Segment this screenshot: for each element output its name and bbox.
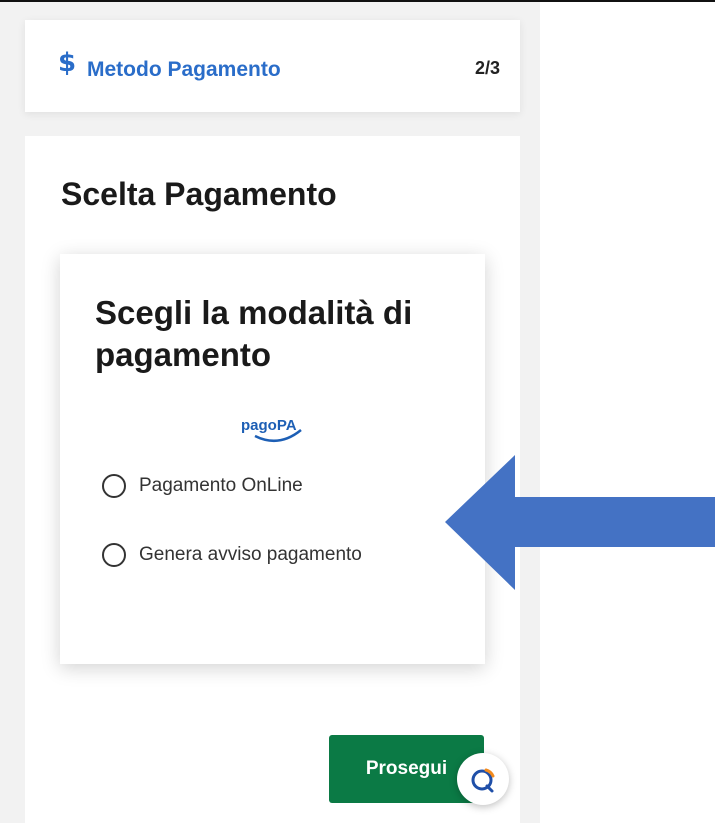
radio-button[interactable]: [102, 474, 126, 498]
option-genera-avviso[interactable]: Genera avviso pagamento: [102, 543, 362, 567]
step-header: $ Metodo Pagamento 2/3: [25, 20, 520, 112]
mobile-screen: $ Metodo Pagamento 2/3 Scelta Pagamento …: [0, 2, 540, 836]
help-assistant-button[interactable]: [457, 753, 509, 805]
step-counter: 2/3: [474, 58, 500, 78]
payment-method-card: Scegli la modalità di pagamento pagoPA P…: [60, 254, 485, 664]
option-label: Pagamento OnLine: [139, 475, 303, 496]
left-arrow-annotation: [445, 455, 715, 590]
pagopa-logo: pagoPA: [241, 417, 302, 443]
option-label: Genera avviso pagamento: [139, 544, 362, 565]
option-pagamento-online[interactable]: Pagamento OnLine: [102, 474, 303, 498]
payment-card-title: Scegli la modalità di pagamento: [95, 294, 413, 373]
pagopa-logo-text: pagoPA: [241, 417, 297, 434]
dollar-icon: $: [58, 48, 77, 78]
step-title: Metodo Pagamento: [87, 58, 281, 81]
assistant-icon: [471, 768, 495, 793]
section-title: Scelta Pagamento: [61, 176, 337, 212]
radio-button[interactable]: [102, 543, 126, 567]
